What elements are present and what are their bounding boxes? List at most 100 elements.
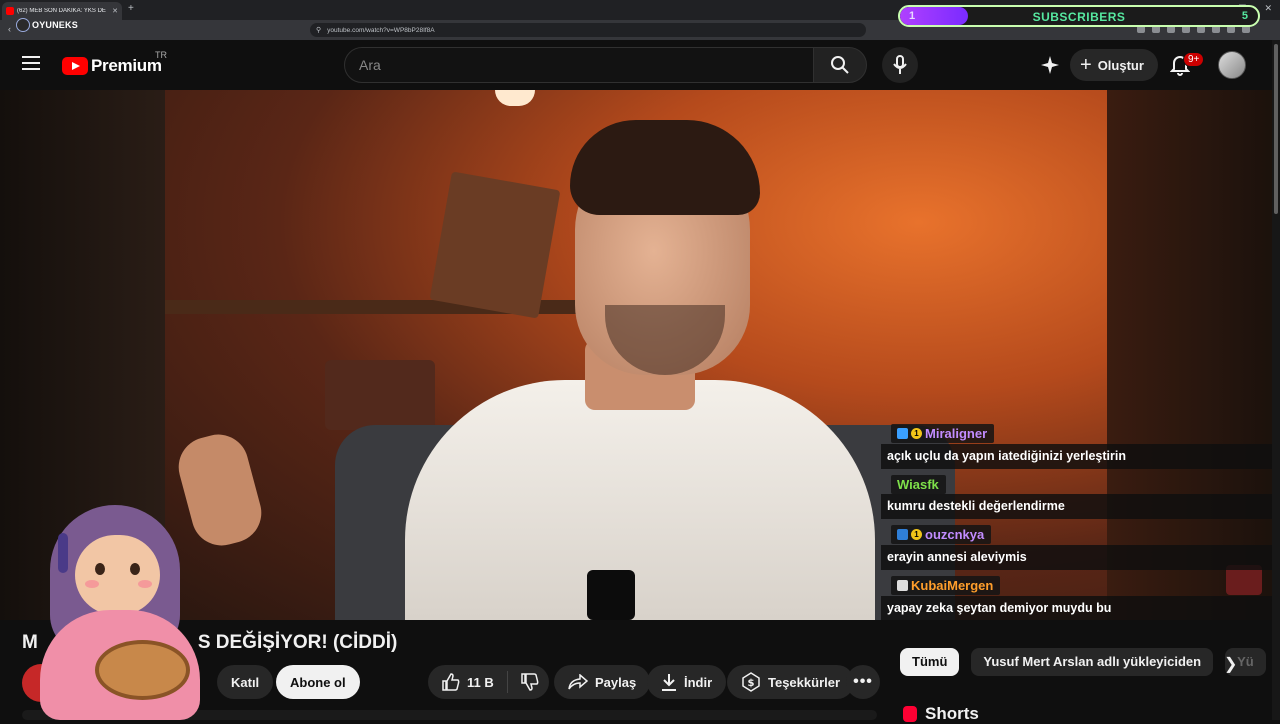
like-count: 11 B — [467, 674, 494, 690]
subscriber-goal-target: 5 — [1241, 10, 1248, 22]
scrollbar-thumb[interactable] — [1274, 44, 1278, 214]
like-button[interactable]: 11 B — [442, 673, 494, 691]
chat-username: KubaiMergen — [891, 576, 1001, 595]
omnibox[interactable]: ⚲ youtube.com/watch?v=WP8bP28If8A — [310, 23, 866, 37]
more-icon: ••• — [853, 673, 873, 690]
search-box[interactable] — [344, 47, 814, 83]
download-label: İndir — [684, 674, 713, 690]
mascot-eye — [130, 563, 140, 575]
gold-coin-icon: 1 — [911, 529, 922, 540]
join-button[interactable]: Katıl — [217, 665, 274, 699]
voice-search-button[interactable] — [882, 47, 918, 83]
new-tab-button[interactable]: + — [128, 3, 134, 14]
video-person-hair — [570, 120, 760, 215]
download-button[interactable]: İndir — [647, 665, 727, 699]
video-title-end: S DEĞİŞİYOR! (CİDDİ) — [197, 632, 398, 653]
microphone-icon — [893, 55, 907, 74]
chat-message: Wiasfk kumru destekli değerlendirme — [881, 475, 1280, 519]
search-input[interactable] — [345, 48, 813, 82]
chat-username: Wiasfk — [891, 475, 946, 494]
lapel-microphone — [587, 570, 635, 620]
like-divider — [506, 671, 508, 693]
youtube-play-icon — [62, 57, 88, 75]
streamer-mascot-overlay — [30, 505, 205, 720]
close-window-icon[interactable]: ✕ — [1264, 3, 1272, 14]
chat-username: 1 Miraligner — [891, 424, 995, 443]
pirate-flag-icon — [897, 580, 908, 591]
menu-icon[interactable] — [22, 56, 40, 74]
shorts-label: Shorts — [925, 704, 979, 723]
stream-logo-icon — [16, 18, 30, 32]
chat-overlay: 1 Miraligner açık uçlu da yapın iatediği… — [881, 424, 1280, 652]
back-icon[interactable]: ‹ — [8, 24, 11, 34]
related-filter-chips: Tümü Yusuf Mert Arslan adlı yükleyiciden… — [900, 648, 1266, 676]
super-thanks-icon: $ — [742, 672, 760, 692]
video-person-shirt — [405, 380, 875, 620]
chat-username-text: KubaiMergen — [911, 578, 994, 593]
stream-logo: OYUNEKS — [16, 18, 78, 32]
video-picture-frame — [429, 171, 561, 319]
notification-badge: 9+ — [1183, 52, 1205, 67]
chat-username-text: Wiasfk — [897, 477, 939, 492]
video-radio — [325, 360, 435, 430]
join-label: Katıl — [231, 674, 260, 690]
headphones-icon — [58, 533, 68, 573]
chat-text: açık uçlu da yapın iatediğinizi yerleşti… — [881, 444, 1280, 469]
shorts-section-header: Shorts — [903, 704, 979, 724]
more-actions-button[interactable]: ••• — [846, 665, 880, 699]
stream-logo-text: OYUNEKS — [32, 20, 78, 30]
chat-username-text: Miraligner — [925, 426, 988, 441]
mascot-cheek — [85, 580, 99, 588]
pizza-icon — [95, 640, 190, 700]
chat-message: 1 ouzcnkya erayin annesi aleviymis — [881, 525, 1280, 570]
subscribe-label: Abone ol — [290, 674, 346, 690]
download-icon — [662, 674, 676, 691]
search-icon — [831, 56, 849, 74]
youtube-premium-logo[interactable]: Premium TR — [62, 50, 167, 76]
chip-all[interactable]: Tümü — [900, 648, 960, 676]
mascot-eye — [95, 563, 105, 575]
thumbs-down-icon[interactable] — [521, 673, 539, 691]
site-info-icon[interactable]: ⚲ — [316, 26, 321, 34]
share-button[interactable]: Paylaş — [554, 665, 651, 699]
like-dislike-group: 11 B — [428, 665, 549, 699]
mascot-cheek — [138, 580, 152, 588]
share-label: Paylaş — [595, 674, 637, 690]
url-text: youtube.com/watch?v=WP8bP28If8A — [327, 26, 435, 34]
thanks-button[interactable]: $ Teşekkürler — [727, 665, 855, 699]
share-icon — [568, 674, 588, 690]
svg-text:$: $ — [748, 678, 755, 689]
subscriber-goal-bar: 1 SUBSCRIBERS 5 — [898, 5, 1260, 27]
subscribe-button[interactable]: Abone ol — [276, 665, 360, 699]
page-scrollbar[interactable] — [1272, 40, 1280, 720]
logo-word: Premium — [91, 56, 162, 75]
gold-coin-icon: 1 — [911, 428, 922, 439]
plus-icon: + — [1080, 53, 1092, 76]
create-label: Oluştur — [1097, 57, 1144, 73]
chip-from-uploader[interactable]: Yusuf Mert Arslan adlı yükleyiciden — [971, 648, 1214, 676]
chat-message: 1 Miraligner açık uçlu da yapın iatediği… — [881, 424, 1280, 469]
video-lamp — [495, 90, 535, 106]
youtube-favicon-icon — [6, 7, 14, 15]
blue-cube-icon — [897, 428, 908, 439]
chat-message: KubaiMergen yapay zeka şeytan demiyor mu… — [881, 576, 1280, 621]
account-avatar[interactable] — [1218, 51, 1246, 79]
thumbs-up-icon — [442, 673, 460, 691]
youtube-header: Premium TR + Oluştur 9+ — [0, 40, 1280, 90]
search-button[interactable] — [813, 47, 867, 83]
tab-title: (62) MEB SON DAKİKA: YKS DE — [17, 8, 106, 14]
mascot-face — [75, 535, 160, 615]
create-button[interactable]: + Oluştur — [1070, 49, 1158, 81]
thanks-label: Teşekkürler — [768, 674, 841, 690]
gemini-sparkle-icon[interactable] — [1040, 55, 1060, 80]
country-code: TR — [155, 50, 167, 60]
chat-text: yapay zeka şeytan demiyor muydu bu — [881, 596, 1280, 621]
chevron-right-icon[interactable]: ❯ — [1224, 654, 1237, 674]
blue-arrow-icon — [897, 529, 908, 540]
chat-text: erayin annesi aleviymis — [881, 545, 1280, 570]
subscriber-goal-label: SUBSCRIBERS — [1032, 10, 1126, 24]
close-tab-icon[interactable]: ✕ — [112, 7, 118, 15]
chat-username-text: ouzcnkya — [925, 527, 985, 542]
chat-username: 1 ouzcnkya — [891, 525, 992, 544]
chat-text: kumru destekli değerlendirme — [881, 494, 1280, 519]
